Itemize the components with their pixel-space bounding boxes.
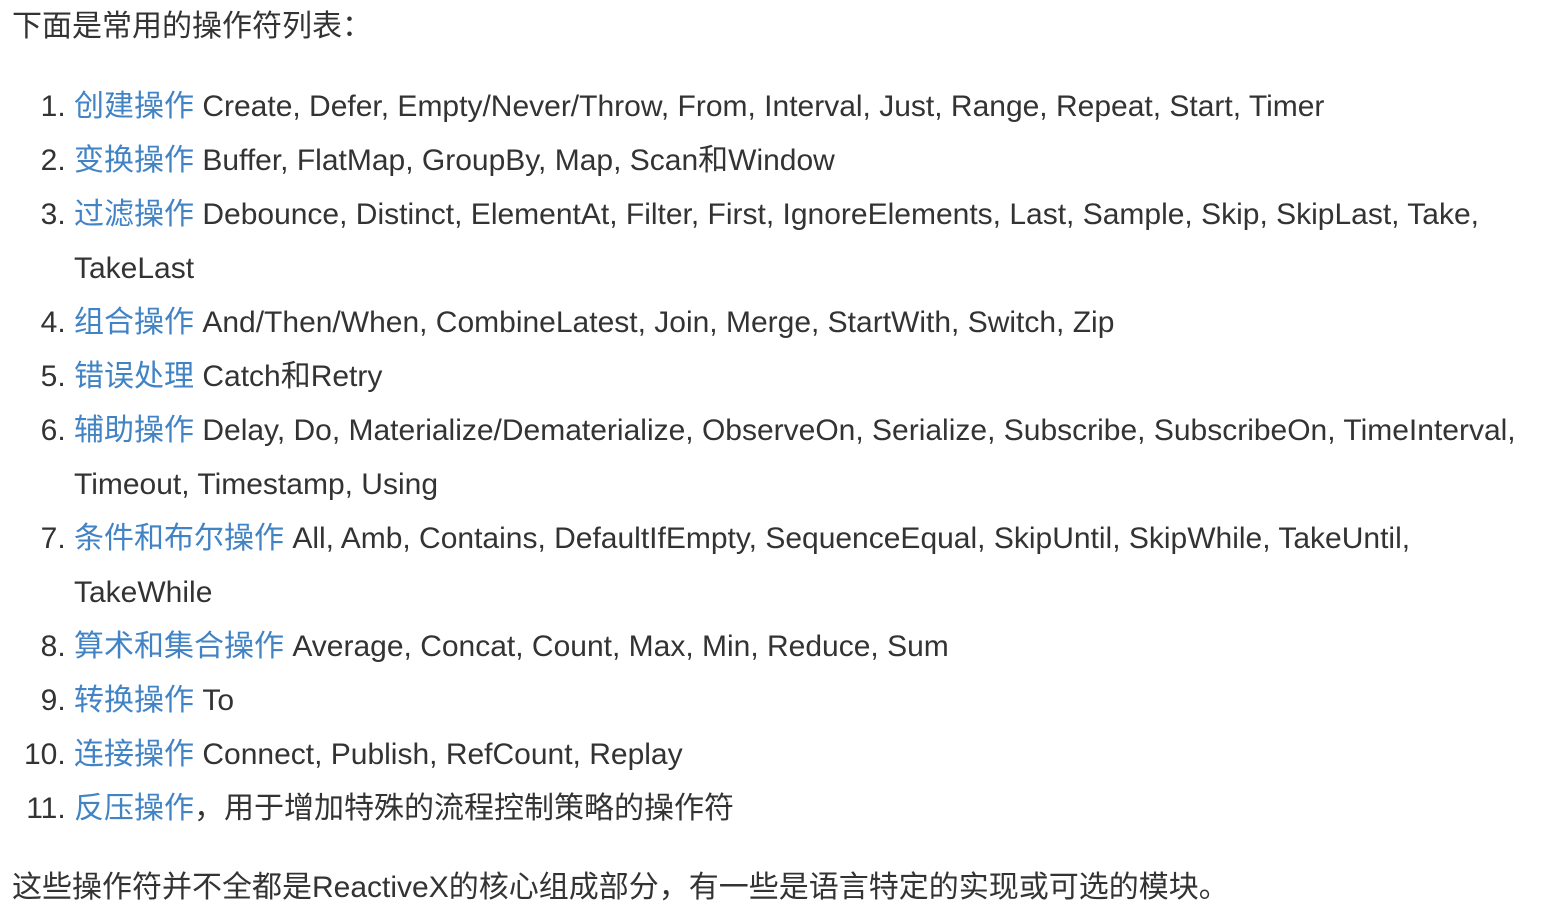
category-link[interactable]: 创建操作: [74, 90, 194, 123]
list-item: 过滤操作 Debounce, Distinct, ElementAt, Filt…: [74, 188, 1542, 296]
category-link[interactable]: 过滤操作: [74, 198, 194, 231]
document: 下面是常用的操作符列表： 创建操作 Create, Defer, Empty/N…: [0, 0, 1552, 915]
operator-names: Debounce, Distinct, ElementAt, Filter, F…: [74, 198, 1480, 285]
category-link[interactable]: 组合操作: [74, 306, 194, 339]
category-link[interactable]: 辅助操作: [74, 414, 194, 447]
operator-names: Connect, Publish, RefCount, Replay: [202, 738, 683, 771]
operator-names: To: [202, 684, 235, 717]
list-item: 组合操作 And/Then/When, CombineLatest, Join,…: [74, 296, 1542, 350]
list-item: 错误处理 Catch和Retry: [74, 350, 1542, 404]
category-link[interactable]: 反压操作: [74, 792, 194, 825]
list-item: 变换操作 Buffer, FlatMap, GroupBy, Map, Scan…: [74, 134, 1542, 188]
list-item: 辅助操作 Delay, Do, Materialize/Dematerializ…: [74, 404, 1542, 512]
operator-names: Delay, Do, Materialize/Dematerialize, Ob…: [74, 414, 1516, 501]
operator-names: And/Then/When, CombineLatest, Join, Merg…: [202, 306, 1115, 339]
category-link[interactable]: 连接操作: [74, 738, 194, 771]
outro-text: 这些操作符并不全都是ReactiveX的核心组成部分，有一些是语言特定的实现或可…: [12, 871, 1229, 904]
operator-names: Average, Concat, Count, Max, Min, Reduce…: [292, 630, 949, 663]
operator-names: Create, Defer, Empty/Never/Throw, From, …: [202, 90, 1325, 123]
category-link[interactable]: 条件和布尔操作: [74, 522, 284, 555]
list-item: 连接操作 Connect, Publish, RefCount, Replay: [74, 728, 1542, 782]
category-link[interactable]: 变换操作: [74, 144, 194, 177]
category-link[interactable]: 错误处理: [74, 360, 194, 393]
category-link[interactable]: 转换操作: [74, 684, 194, 717]
list-item: 条件和布尔操作 All, Amb, Contains, DefaultIfEmp…: [74, 512, 1542, 620]
operator-names: Catch和Retry: [202, 360, 383, 393]
category-link[interactable]: 算术和集合操作: [74, 630, 284, 663]
list-item: 反压操作，用于增加特殊的流程控制策略的操作符: [74, 782, 1542, 836]
list-item: 算术和集合操作 Average, Concat, Count, Max, Min…: [74, 620, 1542, 674]
separator: ，: [194, 792, 224, 825]
operator-names: Buffer, FlatMap, GroupBy, Map, Scan和Wind…: [202, 144, 835, 177]
intro-text: 下面是常用的操作符列表：: [12, 10, 372, 43]
list-item: 创建操作 Create, Defer, Empty/Never/Throw, F…: [74, 80, 1542, 134]
operator-names: 用于增加特殊的流程控制策略的操作符: [224, 792, 734, 825]
list-item: 转换操作 To: [74, 674, 1542, 728]
operator-list: 创建操作 Create, Defer, Empty/Never/Throw, F…: [12, 80, 1542, 836]
